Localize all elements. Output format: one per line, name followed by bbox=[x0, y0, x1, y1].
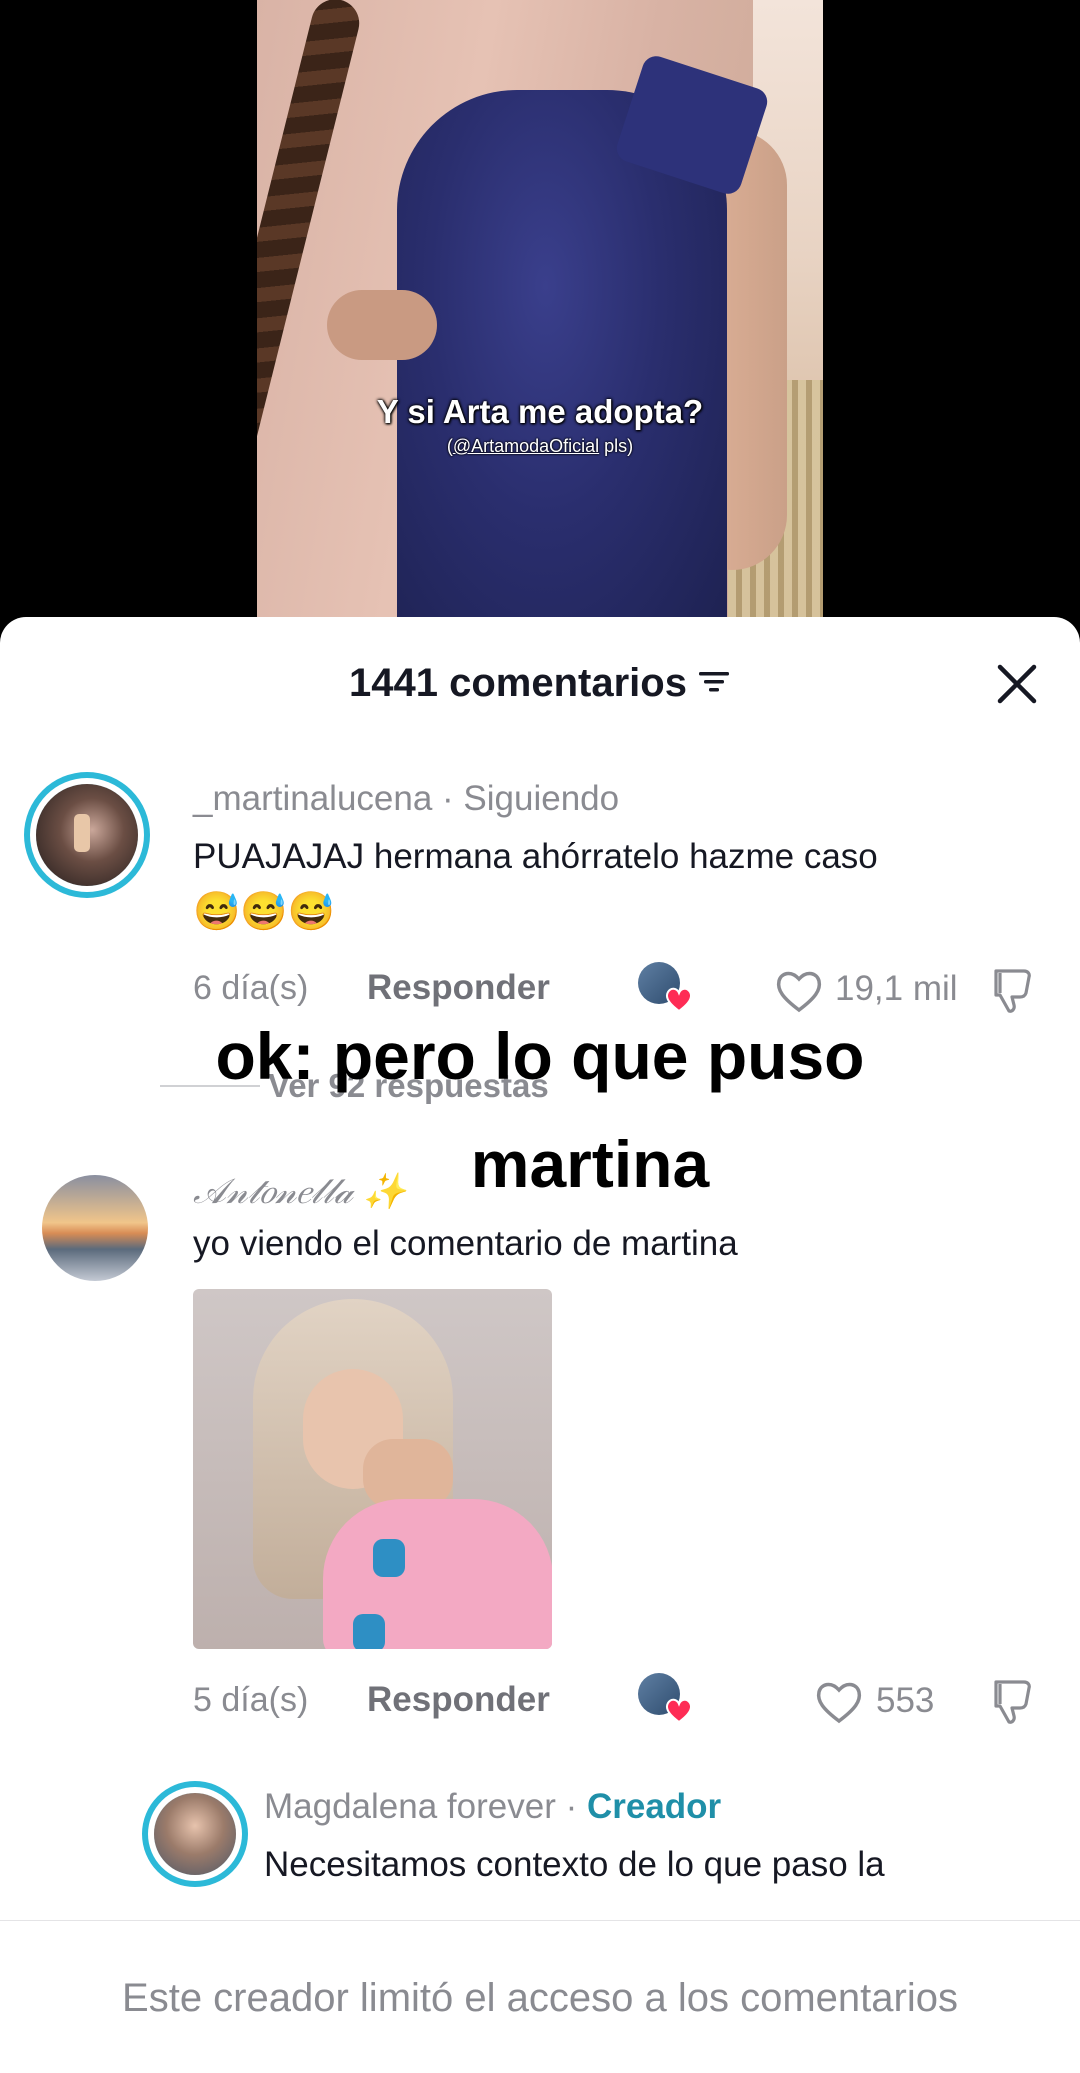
comment-image[interactable] bbox=[193, 1289, 552, 1649]
comment-text: yo viendo el comentario de martina bbox=[193, 1224, 738, 1263]
overlay-text-line1: ok: pero lo que puso bbox=[215, 1019, 865, 1093]
video-subcaption: (@ArtamodaOficial pls) bbox=[446, 436, 634, 456]
creator-heart-icon bbox=[665, 987, 693, 1013]
braid bbox=[257, 0, 365, 550]
dislike-icon[interactable] bbox=[988, 965, 1038, 1015]
reply-button[interactable]: Responder bbox=[367, 1680, 550, 1720]
comment-username[interactable]: _martinalucena · Siguiendo bbox=[193, 779, 619, 819]
comment-emoji: 😅😅😅 bbox=[193, 891, 335, 933]
avatar[interactable] bbox=[42, 1175, 148, 1281]
dislike-icon[interactable] bbox=[988, 1676, 1038, 1726]
creator-heart-icon bbox=[665, 1698, 693, 1724]
sheet-header: 1441 comentarios bbox=[0, 617, 1080, 747]
following-tag: · Siguiendo bbox=[432, 779, 620, 818]
like-count: 19,1 mil bbox=[835, 969, 958, 1008]
heart-icon[interactable] bbox=[773, 966, 825, 1014]
comments-count: 1441 comentarios bbox=[349, 661, 687, 705]
filter-icon[interactable] bbox=[697, 669, 731, 695]
comments-count-title: 1441 comentarios bbox=[0, 661, 1080, 706]
like-count: 553 bbox=[876, 1681, 935, 1720]
comment-username[interactable]: 𝒜𝓃𝓉𝑜𝓃𝑒𝓁𝓁𝒶 ✨ bbox=[193, 1171, 406, 1212]
comment-age: 6 día(s) bbox=[193, 969, 309, 1007]
comments-sheet: 1441 comentarios _martinalucena · Siguie… bbox=[0, 617, 1080, 2072]
avatar[interactable] bbox=[36, 784, 138, 886]
video-player[interactable]: Y si Arta me adopta? (@ArtamodaOficial p… bbox=[0, 0, 1080, 640]
comment-text: PUAJAJAJ hermana ahórratelo hazme caso bbox=[193, 837, 878, 876]
close-icon[interactable] bbox=[994, 661, 1040, 707]
video-caption: Y si Arta me adopta? bbox=[376, 393, 704, 430]
comment-username[interactable]: Magdalena forever · Creador bbox=[264, 1787, 721, 1827]
video-frame bbox=[257, 0, 823, 640]
comments-restricted-footer: Este creador limitó el acceso a los come… bbox=[0, 1920, 1080, 2073]
comment-age: 5 día(s) bbox=[193, 1681, 309, 1719]
comment-text: Necesitamos contexto de lo que paso la bbox=[264, 1845, 885, 1884]
creator-badge: Creador bbox=[586, 1787, 722, 1826]
heart-icon[interactable] bbox=[813, 1677, 865, 1725]
caption-mention[interactable]: @ArtamodaOficial bbox=[453, 436, 599, 456]
avatar[interactable] bbox=[154, 1793, 236, 1875]
reply-button[interactable]: Responder bbox=[367, 968, 550, 1008]
restricted-notice: Este creador limitó el acceso a los come… bbox=[122, 1976, 958, 2020]
